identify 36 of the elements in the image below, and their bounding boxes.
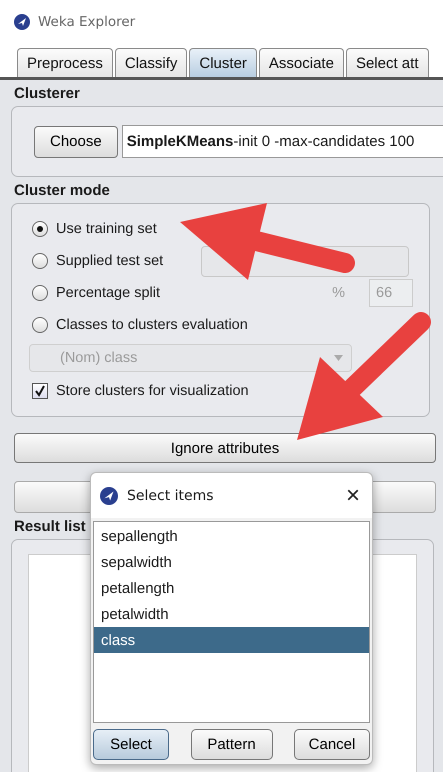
ignore-attributes-button[interactable]: Ignore attributes <box>14 433 436 463</box>
section-heading: Clusterer <box>13 84 80 104</box>
radio-label: Percentage split <box>56 285 160 301</box>
dialog-button[interactable]: Select <box>93 729 169 760</box>
clusterer-field[interactable]: SimpleKMeans-init 0 -max-candidates 100 <box>122 125 443 158</box>
list-item[interactable]: sepalwidth <box>94 549 369 576</box>
section-heading: Result list <box>13 517 86 537</box>
list-item[interactable]: petallength <box>94 575 369 602</box>
radio-button[interactable] <box>32 317 48 333</box>
tab[interactable]: Associate <box>258 48 344 77</box>
radio-label: Classes to clusters evaluation <box>56 317 248 333</box>
caret-icon <box>334 355 343 361</box>
choose-button[interactable]: Choose <box>34 126 118 158</box>
bird-logo-icon <box>100 486 118 505</box>
radio-button[interactable] <box>32 221 48 237</box>
radio-button[interactable] <box>32 253 48 269</box>
percent-sign: % <box>332 285 345 301</box>
radio-button[interactable] <box>32 285 48 301</box>
tab[interactable]: Classify <box>114 48 188 77</box>
checkbox[interactable] <box>32 383 48 399</box>
tab[interactable]: Select att <box>346 48 428 77</box>
list-item[interactable]: sepallength <box>94 523 369 550</box>
bird-logo-icon <box>14 14 30 30</box>
dialog-title: Select items <box>127 488 215 504</box>
radio-label: Supplied test set <box>56 253 164 269</box>
dialog-button[interactable]: Pattern <box>190 729 272 760</box>
window-title: Weka Explorer <box>38 14 136 30</box>
list-item[interactable]: class <box>94 627 369 654</box>
tab[interactable]: Cluster <box>189 48 257 77</box>
dialog-button[interactable]: Cancel <box>294 729 370 760</box>
close-button[interactable]: × <box>334 482 372 510</box>
list-item[interactable]: petalwidth <box>94 601 369 628</box>
tab[interactable]: Preprocess <box>17 48 113 77</box>
radio-label: Use training set <box>56 221 157 237</box>
checkbox-label: Store clusters for visualization <box>56 383 249 399</box>
section-heading: Cluster mode <box>13 181 110 201</box>
